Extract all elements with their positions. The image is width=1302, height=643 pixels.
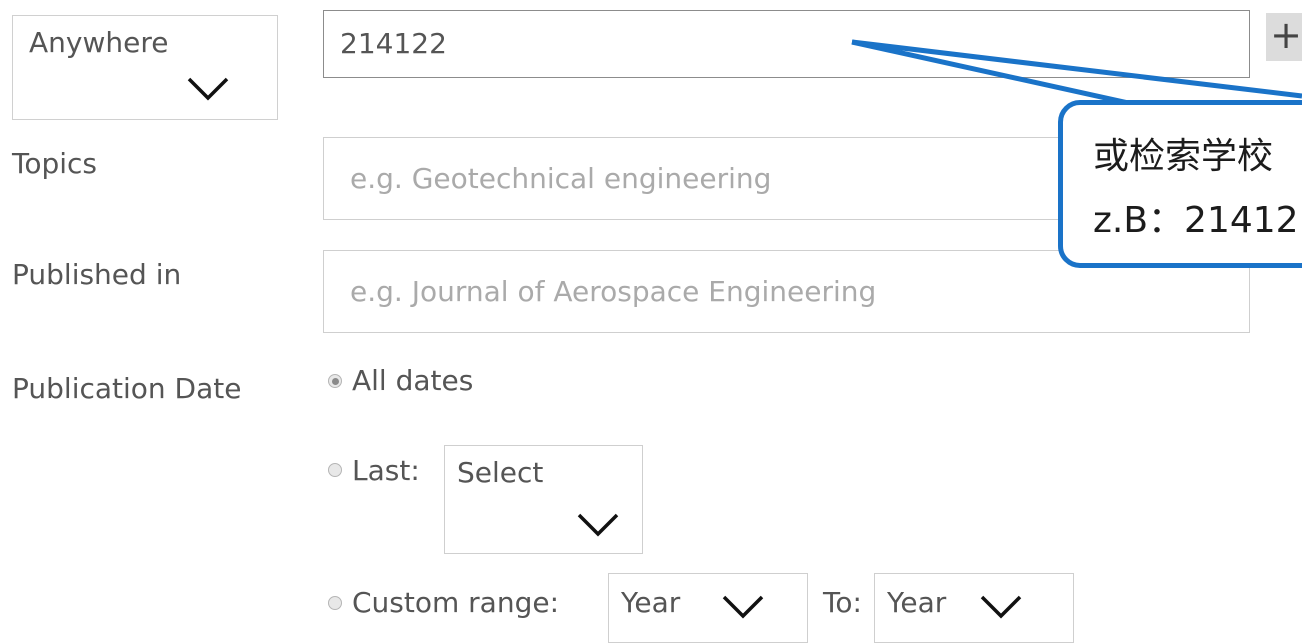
callout-line-1: 或检索学校 <box>1093 136 1274 177</box>
annotation-callout: 或检索学校 z.B：21412 <box>1058 100 1302 268</box>
callout-line-2: z.B：21412 <box>1093 200 1299 241</box>
callout-pointer <box>851 39 1302 115</box>
